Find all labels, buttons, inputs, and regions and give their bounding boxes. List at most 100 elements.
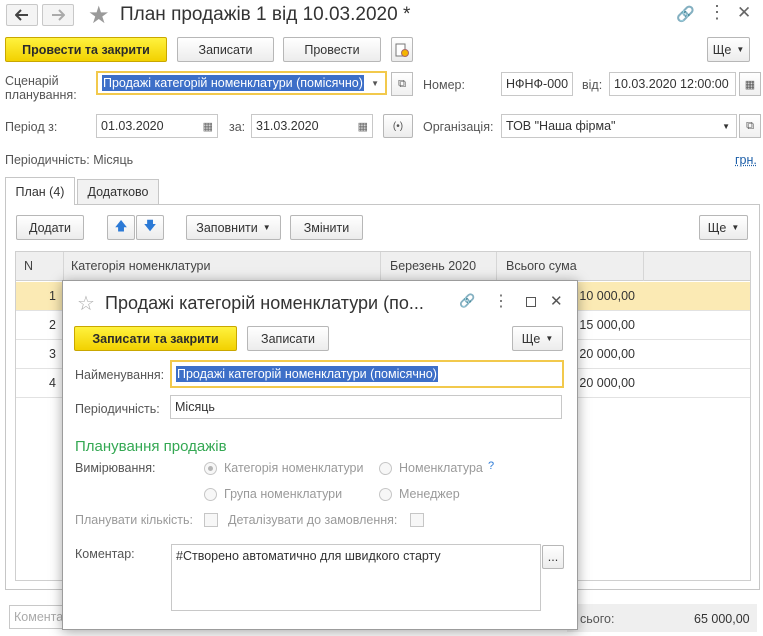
table-more-button[interactable]: Ще ▼ bbox=[699, 215, 748, 240]
scenario-field[interactable]: Продажі категорій номенклатури (помісячн… bbox=[96, 71, 387, 95]
radio-manager[interactable] bbox=[379, 488, 392, 501]
col-total[interactable]: Всього сума bbox=[506, 259, 577, 273]
dialog-close-icon[interactable]: ✕ bbox=[550, 292, 563, 310]
tab-plan[interactable]: План (4) bbox=[5, 177, 75, 205]
row-number: 4 bbox=[49, 376, 56, 390]
dialog-comment-field[interactable]: #Створено автоматично для швидкого старт… bbox=[171, 544, 541, 611]
scenario-label: Сценарій планування: bbox=[5, 74, 77, 102]
more-label: Ще bbox=[707, 220, 727, 235]
window-title: План продажів 1 від 10.03.2020 * bbox=[120, 4, 411, 25]
dropdown-arrow-icon: ▼ bbox=[722, 121, 730, 131]
plan-quantity-label: Планувати кількість: bbox=[75, 513, 193, 527]
period-select-button[interactable]: (•) bbox=[383, 114, 413, 138]
date-picker-button[interactable]: ▦ bbox=[739, 72, 761, 96]
dialog-more-button[interactable]: Ще ▼ bbox=[512, 326, 563, 351]
report-icon-button[interactable] bbox=[391, 37, 413, 62]
periodicity-label: Періодичність: bbox=[75, 402, 160, 416]
organization-field[interactable]: ТОВ "Наша фірма" ▼ bbox=[501, 114, 737, 138]
period-from-label: Період з: bbox=[5, 120, 58, 134]
dialog-maximize-icon[interactable] bbox=[526, 297, 536, 307]
dialog-menu-icon[interactable]: ⋮ bbox=[493, 291, 509, 311]
row-number: 1 bbox=[49, 289, 56, 303]
plan-quantity-checkbox[interactable] bbox=[204, 513, 218, 527]
comment-placeholder: Комента bbox=[14, 610, 64, 624]
add-button[interactable]: Додати bbox=[16, 215, 84, 240]
comment-edit-button[interactable]: ... bbox=[542, 545, 564, 569]
radio-category-label: Категорія номенклатури bbox=[224, 461, 364, 475]
radio-nomenclature-label: Номенклатура bbox=[399, 461, 483, 475]
calendar-icon[interactable]: ▦ bbox=[203, 120, 213, 133]
nav-forward-button[interactable] bbox=[42, 4, 74, 26]
total-value: 65 000,00 bbox=[694, 612, 750, 626]
row-total: 20 000,00 bbox=[579, 376, 635, 390]
name-label: Найменування: bbox=[75, 368, 165, 382]
catalog-dialog: ☆ Продажі категорій номенклатури (по... … bbox=[62, 280, 578, 630]
more-label: Ще bbox=[712, 42, 732, 57]
arrow-right-icon bbox=[52, 9, 65, 21]
col-category[interactable]: Категорія номенклатури bbox=[71, 259, 211, 273]
more-button[interactable]: Ще ▼ bbox=[707, 37, 750, 62]
number-label: Номер: bbox=[423, 78, 465, 92]
comment-label: Коментар: bbox=[75, 547, 135, 561]
date-value: 10.03.2020 12:00:00 bbox=[614, 77, 729, 91]
tab-additional[interactable]: Додатково bbox=[77, 179, 159, 204]
col-n[interactable]: N bbox=[24, 259, 33, 273]
scenario-open-button[interactable]: ⧉ bbox=[391, 72, 413, 96]
period-to-field[interactable]: 31.03.2020 ▦ bbox=[251, 114, 373, 138]
radio-group[interactable] bbox=[204, 488, 217, 501]
detail-order-label: Деталізувати до замовлення: bbox=[228, 513, 398, 527]
detail-order-checkbox[interactable] bbox=[410, 513, 424, 527]
link-icon[interactable]: 🔗 bbox=[676, 5, 695, 23]
name-field[interactable]: Продажі категорій номенклатури (помісячн… bbox=[170, 360, 564, 388]
radio-manager-label: Менеджер bbox=[399, 487, 460, 501]
post-button[interactable]: Провести bbox=[283, 37, 381, 62]
dialog-star-icon[interactable]: ☆ bbox=[77, 291, 95, 316]
dialog-write-button[interactable]: Записати bbox=[247, 326, 329, 351]
arrow-left-icon bbox=[15, 9, 28, 21]
row-total: 20 000,00 bbox=[579, 347, 635, 361]
total-label: сього: bbox=[580, 612, 615, 626]
row-number: 2 bbox=[49, 318, 56, 332]
period-to-label: за: bbox=[229, 120, 246, 134]
dialog-write-close-button[interactable]: Записати та закрити bbox=[74, 326, 237, 351]
organization-label: Організація: bbox=[423, 120, 494, 134]
row-total: 10 000,00 bbox=[579, 289, 635, 303]
from-label: від: bbox=[582, 78, 603, 92]
measure-label: Вимірювання: bbox=[75, 461, 156, 475]
move-down-button[interactable]: 🡇 bbox=[136, 215, 164, 240]
period-to-value: 31.03.2020 bbox=[256, 119, 319, 133]
dialog-link-icon[interactable]: 🔗 bbox=[459, 293, 475, 309]
table-header: N Категорія номенклатури Березень 2020 В… bbox=[16, 252, 750, 281]
favorite-star-icon[interactable]: ★ bbox=[88, 1, 110, 30]
more-label: Ще bbox=[521, 331, 541, 346]
fill-label: Заповнити bbox=[196, 220, 258, 235]
close-icon[interactable]: ✕ bbox=[737, 3, 751, 23]
periodicity-text: Періодичність: Місяць bbox=[5, 153, 134, 167]
write-button[interactable]: Записати bbox=[177, 37, 274, 62]
row-number: 3 bbox=[49, 347, 56, 361]
scenario-value: Продажі категорій номенклатури (помісячн… bbox=[102, 75, 364, 91]
periodicity-field[interactable]: Місяць bbox=[170, 395, 562, 419]
number-field[interactable]: НФНФ-000 bbox=[501, 72, 573, 96]
radio-nomenclature[interactable] bbox=[379, 462, 392, 475]
section-title: Планування продажів bbox=[75, 438, 227, 455]
more-menu-icon[interactable]: ⋮ bbox=[708, 2, 726, 23]
col-march[interactable]: Березень 2020 bbox=[390, 259, 476, 273]
organization-value: ТОВ "Наша фірма" bbox=[506, 119, 616, 133]
help-icon[interactable]: ? bbox=[488, 459, 494, 473]
post-and-close-button[interactable]: Провести та закрити bbox=[5, 37, 167, 62]
calendar-icon[interactable]: ▦ bbox=[358, 120, 368, 133]
change-button[interactable]: Змінити bbox=[290, 215, 363, 240]
date-field[interactable]: 10.03.2020 12:00:00 bbox=[609, 72, 736, 96]
radio-group-label: Група номенклатури bbox=[224, 487, 343, 501]
dropdown-arrow-icon: ▼ bbox=[371, 78, 379, 88]
nav-back-button[interactable] bbox=[6, 4, 38, 26]
organization-open-button[interactable]: ⧉ bbox=[739, 114, 761, 138]
name-value: Продажі категорій номенклатури (помісячн… bbox=[176, 366, 438, 382]
dialog-title: Продажі категорій номенклатури (по... bbox=[105, 293, 424, 313]
period-from-field[interactable]: 01.03.2020 ▦ bbox=[96, 114, 218, 138]
move-up-button[interactable]: 🡅 bbox=[107, 215, 135, 240]
radio-category[interactable] bbox=[204, 462, 217, 475]
fill-button[interactable]: Заповнити ▼ bbox=[186, 215, 281, 240]
currency-link[interactable]: грн. bbox=[735, 153, 757, 167]
